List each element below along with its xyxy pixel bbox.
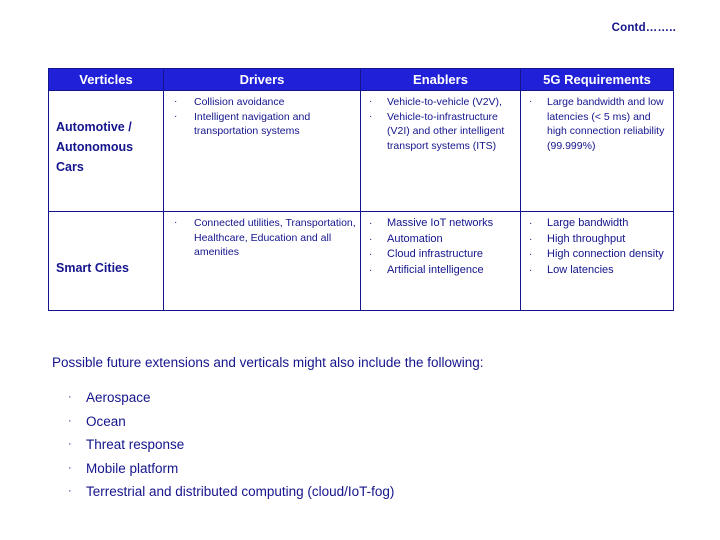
bullet-icon: · bbox=[369, 218, 373, 229]
enablers-list: · Massive IoT networks · Automation · Cloud… bbox=[361, 212, 520, 282]
bullet-icon: · bbox=[529, 233, 533, 245]
requirements-list: · Large bandwidth and low latencies (< 5 … bbox=[521, 91, 673, 157]
bullet-icon: · bbox=[68, 485, 72, 497]
bullet-icon: · bbox=[529, 249, 533, 260]
bullet-icon: · bbox=[174, 110, 178, 122]
list-item-text: Cloud infrastructure bbox=[387, 248, 483, 260]
list-item: · Aerospace bbox=[52, 386, 692, 410]
bullet-icon: · bbox=[174, 217, 178, 228]
cell-enablers-smart-cities: · Massive IoT networks · Automation · Cloud… bbox=[360, 211, 521, 311]
slide-page: Contd…….. Verticles Drivers Enablers 5G … bbox=[0, 0, 720, 540]
list-item: · Threat response bbox=[52, 433, 692, 457]
vertical-label: Smart Cities bbox=[56, 261, 129, 275]
list-item-text: Vehicle-to-vehicle (V2V), bbox=[387, 96, 502, 108]
list-item: · Ocean bbox=[52, 410, 692, 434]
cell-requirements-smart-cities: · Large bandwidth · High throughput · High … bbox=[520, 211, 674, 311]
list-item: · Collision avoidance bbox=[168, 95, 356, 110]
table-row: Smart Cities · Connected utilities, Trans… bbox=[48, 211, 674, 311]
list-item-text: Terrestrial and distributed computing (c… bbox=[86, 484, 395, 499]
list-item-text: Low latencies bbox=[547, 263, 614, 276]
list-item: · Large bandwidth bbox=[525, 216, 669, 232]
list-item: · Terrestrial and distributed computing (… bbox=[52, 480, 692, 504]
cell-drivers-automotive: · Collision avoidance · Intelligent naviga… bbox=[163, 90, 361, 212]
requirements-list: · Large bandwidth · High throughput · High … bbox=[521, 212, 673, 282]
list-item: · High throughput bbox=[525, 232, 669, 248]
bullet-icon: · bbox=[68, 414, 72, 427]
list-item-text: Vehicle-to-infrastructure (V2I) and othe… bbox=[387, 110, 505, 152]
bullet-icon: · bbox=[529, 218, 533, 229]
list-item: · Vehicle-to-vehicle (V2V), bbox=[365, 95, 516, 110]
drivers-list: · Collision avoidance · Intelligent naviga… bbox=[164, 91, 360, 143]
list-item-text: Artificial intelligence bbox=[387, 263, 484, 276]
cell-vertical-smart-cities: Smart Cities bbox=[48, 211, 164, 311]
column-header-verticles: Verticles bbox=[48, 68, 164, 91]
column-header-5g-requirements: 5G Requirements bbox=[520, 68, 674, 91]
bullet-icon: · bbox=[369, 249, 373, 260]
verticals-table-container: Verticles Drivers Enablers 5G Requiremen… bbox=[48, 68, 674, 311]
list-item: · Mobile platform bbox=[52, 457, 692, 481]
list-item: · High connection density bbox=[525, 247, 669, 263]
list-item-text: High connection density bbox=[547, 248, 664, 260]
list-item: · Large bandwidth and low latencies (< 5 … bbox=[525, 95, 669, 153]
column-header-drivers: Drivers bbox=[163, 68, 361, 91]
verticals-table: Verticles Drivers Enablers 5G Requiremen… bbox=[48, 68, 674, 311]
future-extensions-title: Possible future extensions and verticals… bbox=[52, 355, 484, 370]
list-item-text: Massive IoT networks bbox=[387, 217, 494, 229]
list-item-text: Threat response bbox=[86, 437, 185, 452]
bullet-icon: · bbox=[68, 461, 72, 474]
enablers-list: · Vehicle-to-vehicle (V2V), · Vehicle-to-i… bbox=[361, 91, 520, 157]
bullet-icon: · bbox=[529, 96, 533, 107]
list-item-text: High throughput bbox=[547, 232, 626, 245]
bullet-icon: · bbox=[68, 391, 72, 403]
bullet-icon: · bbox=[529, 264, 533, 276]
cell-enablers-automotive: · Vehicle-to-vehicle (V2V), · Vehicle-to-i… bbox=[360, 90, 521, 212]
future-extensions-section: Possible future extensions and verticals… bbox=[52, 354, 692, 504]
list-item: · Artificial intelligence bbox=[365, 263, 516, 279]
bullet-icon: · bbox=[174, 96, 178, 107]
list-item: · Intelligent navigation and transportati… bbox=[168, 110, 356, 139]
list-item: · Vehicle-to-infrastructure (V2I) and oth… bbox=[365, 110, 516, 154]
bullet-icon: · bbox=[369, 110, 373, 122]
list-item-text: Ocean bbox=[86, 413, 126, 429]
bullet-icon: · bbox=[369, 264, 373, 276]
table-header-row: Verticles Drivers Enablers 5G Requiremen… bbox=[48, 68, 674, 91]
list-item-text: Intelligent navigation and transportatio… bbox=[194, 110, 311, 138]
list-item-text: Automation bbox=[387, 232, 443, 245]
list-item-text: Large bandwidth and low latencies (< 5 m… bbox=[547, 96, 665, 152]
list-item-text: Connected utilities, Transportation, Hea… bbox=[194, 217, 356, 258]
list-item-text: Collision avoidance bbox=[194, 96, 285, 108]
table-row: Automotive / Autonomous Cars · Collision … bbox=[48, 90, 674, 212]
list-item: · Cloud infrastructure bbox=[365, 247, 516, 263]
bullet-icon: · bbox=[369, 96, 373, 107]
list-item-text: Large bandwidth bbox=[547, 217, 629, 229]
list-item-text: Mobile platform bbox=[86, 460, 179, 476]
vertical-label: Automotive / Autonomous Cars bbox=[56, 120, 134, 174]
future-extensions-list: · Aerospace · Ocean · Threat response · Mobi… bbox=[52, 386, 692, 504]
continued-note: Contd…….. bbox=[611, 22, 676, 34]
drivers-list: · Connected utilities, Transportation, He… bbox=[164, 212, 360, 264]
cell-requirements-automotive: · Large bandwidth and low latencies (< 5 … bbox=[520, 90, 674, 212]
list-item-text: Aerospace bbox=[86, 390, 151, 405]
list-item: · Automation bbox=[365, 232, 516, 248]
list-item: · Connected utilities, Transportation, He… bbox=[168, 216, 356, 260]
cell-drivers-smart-cities: · Connected utilities, Transportation, He… bbox=[163, 211, 361, 311]
list-item: · Massive IoT networks bbox=[365, 216, 516, 232]
bullet-icon: · bbox=[68, 438, 72, 450]
bullet-icon: · bbox=[369, 233, 373, 245]
cell-vertical-automotive: Automotive / Autonomous Cars bbox=[48, 90, 164, 212]
list-item: · Low latencies bbox=[525, 263, 669, 279]
column-header-enablers: Enablers bbox=[360, 68, 521, 91]
